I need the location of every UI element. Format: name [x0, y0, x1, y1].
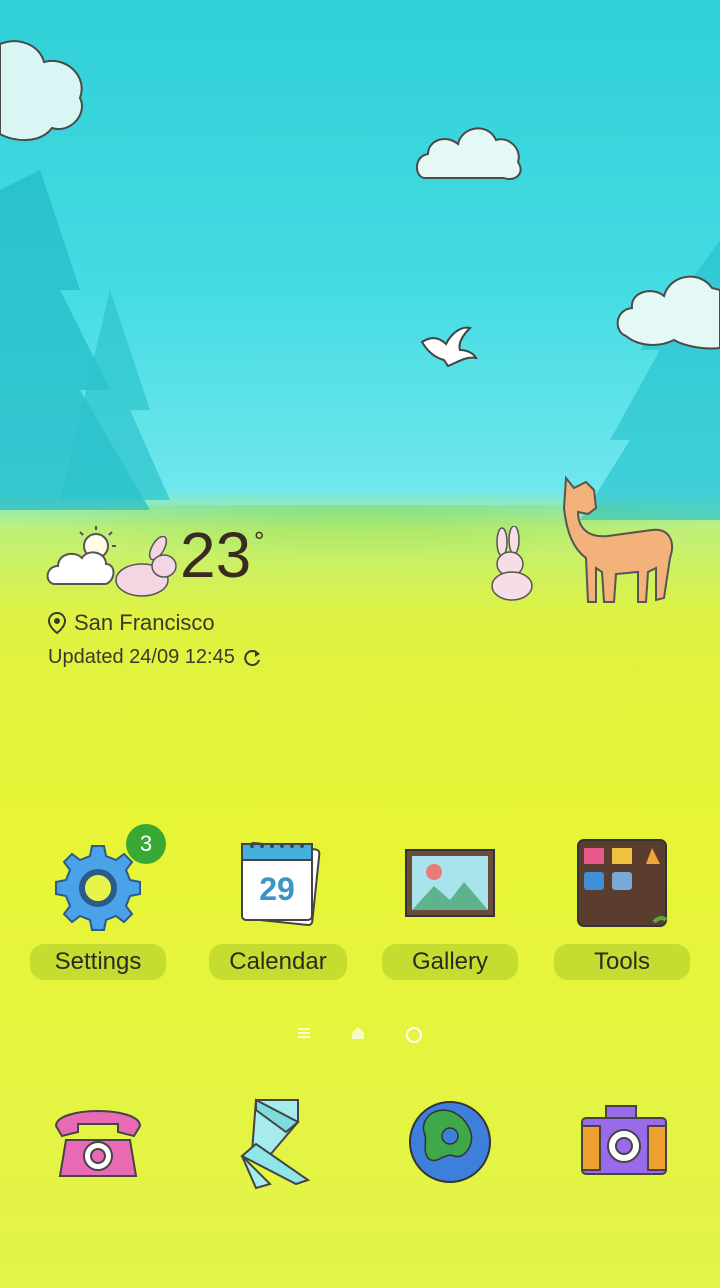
degree-symbol: ° — [254, 526, 265, 556]
cloud-top-left — [0, 40, 83, 141]
app-label-settings: Settings — [30, 944, 166, 980]
calendar-icon: 29 — [228, 838, 328, 938]
app-label-calendar: Calendar — [209, 944, 347, 980]
tools-folder-icon — [572, 838, 672, 938]
phone-icon — [54, 1110, 142, 1177]
home-page-icon[interactable] — [351, 1026, 365, 1049]
dock-phone[interactable] — [48, 1096, 148, 1196]
app-label-gallery: Gallery — [382, 944, 518, 980]
notification-badge: 3 — [126, 824, 166, 864]
cloud-right — [616, 275, 720, 350]
app-tools-folder[interactable]: Tools — [552, 838, 692, 980]
refresh-icon[interactable] — [243, 648, 263, 668]
location-name: San Francisco — [74, 610, 215, 635]
app-gallery[interactable]: Gallery — [380, 838, 520, 980]
browser-globe-icon — [409, 1101, 491, 1183]
temperature-value: 23 — [180, 519, 252, 591]
menu-page-icon[interactable] — [297, 1026, 311, 1049]
updated-time: Updated 24/09 12:45 — [48, 646, 235, 668]
rabbit-hopping-illustration — [115, 536, 177, 597]
location-row: San Francisco — [48, 610, 215, 636]
cloud-center — [416, 127, 522, 180]
gallery-picture-icon — [400, 838, 500, 938]
location-pin-icon — [48, 612, 66, 634]
calendar-date: 29 — [259, 871, 295, 907]
updated-row: Updated 24/09 12:45 — [48, 646, 263, 669]
tree-left — [0, 170, 170, 510]
bird-illustration — [420, 326, 478, 368]
app-label-tools: Tools — [554, 944, 690, 980]
app-calendar[interactable]: 29 Calendar — [208, 838, 348, 980]
weather-widget[interactable]: 23 ° San Francisco Updated 24/09 12:45 — [44, 520, 344, 680]
app-settings[interactable]: 3 Settings — [28, 824, 168, 980]
settings-gear-icon: 3 — [48, 824, 166, 938]
dock-browser[interactable] — [400, 1096, 500, 1196]
current-page-dot-icon[interactable] — [405, 1026, 423, 1049]
camera-icon — [581, 1105, 667, 1175]
dock-camera[interactable] — [576, 1096, 676, 1196]
dock-messages[interactable] — [226, 1096, 326, 1196]
alpaca-illustration — [562, 475, 673, 603]
messages-icon — [240, 1098, 311, 1190]
page-indicator — [0, 1026, 720, 1049]
rabbit-illustration — [491, 526, 533, 601]
